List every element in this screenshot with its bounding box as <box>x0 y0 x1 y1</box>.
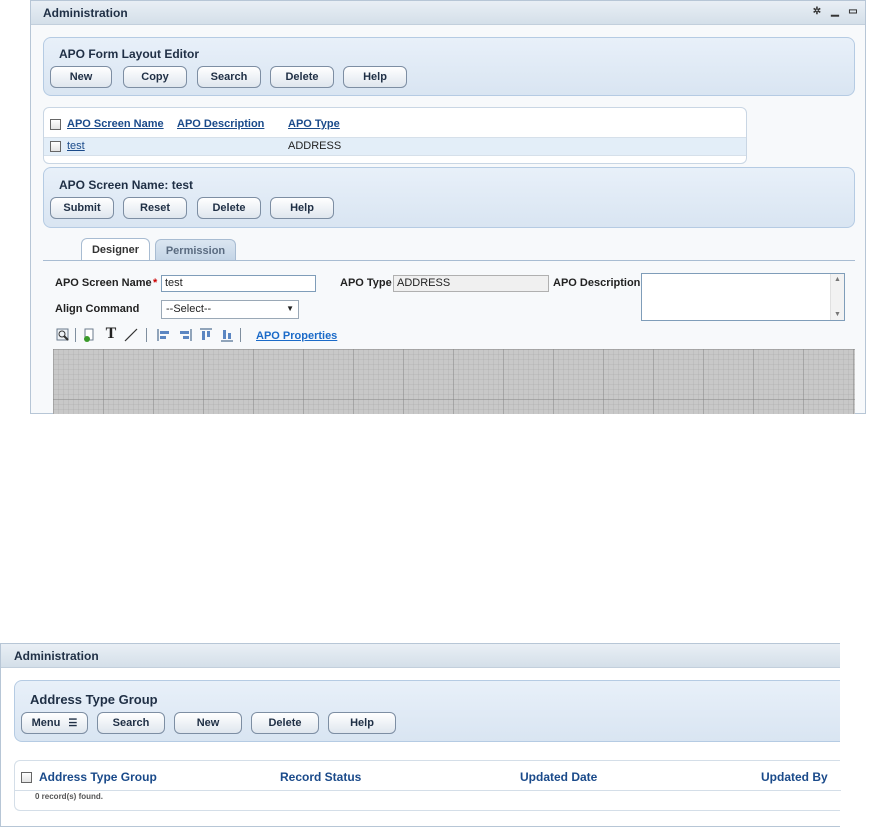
header-updated-date[interactable]: Updated Date <box>520 770 597 784</box>
menu-button-label: Menu <box>31 717 61 729</box>
minimize-icon[interactable]: ▁ <box>829 6 841 18</box>
window-title: Administration <box>43 6 128 20</box>
apo-list: APO Screen Name APO Description APO Type… <box>43 107 747 164</box>
help-button[interactable]: Help <box>343 66 407 88</box>
detail-help-button[interactable]: Help <box>270 197 334 219</box>
toolbar-separator <box>240 328 241 342</box>
apo-description-label: APO Description <box>553 277 641 289</box>
new-button[interactable]: New <box>50 66 112 88</box>
search-button[interactable]: Search <box>197 66 261 88</box>
scroll-down-icon[interactable]: ▼ <box>834 311 841 318</box>
delete-button[interactable]: Delete <box>251 712 319 734</box>
new-button[interactable]: New <box>174 712 242 734</box>
text-icon[interactable]: T <box>104 325 118 342</box>
align-right-icon[interactable] <box>178 328 192 342</box>
header-apo-description[interactable]: APO Description <box>177 118 264 130</box>
window-title-bar: Administration <box>1 644 840 668</box>
apo-screen-name-input[interactable]: test <box>161 275 316 292</box>
tab-permission[interactable]: Permission <box>155 239 236 261</box>
toolbar-separator <box>146 328 147 342</box>
delete-button[interactable]: Delete <box>270 66 334 88</box>
empty-records-text: 0 record(s) found. <box>35 792 104 801</box>
panel-title: APO Form Layout Editor <box>59 47 200 61</box>
detail-panel-title: APO Screen Name: test <box>59 178 194 192</box>
align-command-label: Align Command <box>55 303 140 315</box>
textarea-scrollbar[interactable]: ▲ ▼ <box>830 274 844 320</box>
add-field-icon[interactable] <box>82 328 96 342</box>
header-updated-by[interactable]: Updated By <box>761 770 828 784</box>
apo-type-field: ADDRESS <box>393 275 549 292</box>
apo-screen-name-label: APO Screen Name <box>55 277 152 289</box>
menu-dropdown-icon: ☰ <box>68 717 78 729</box>
required-marker: * <box>153 277 158 289</box>
search-button[interactable]: Search <box>97 712 165 734</box>
tab-designer[interactable]: Designer <box>81 238 150 261</box>
designer-canvas[interactable] <box>53 349 855 414</box>
panel-title: Address Type Group <box>30 692 158 707</box>
list-header-row: Address Type Group Record Status Updated… <box>15 761 841 791</box>
address-type-group-list: Address Type Group Record Status Updated… <box>14 760 841 811</box>
select-all-checkbox[interactable] <box>21 772 32 783</box>
address-type-group-panel: Address Type Group Menu ☰ Search New Del… <box>14 680 840 742</box>
zoom-icon[interactable] <box>56 328 70 342</box>
line-icon[interactable] <box>124 328 138 342</box>
align-left-icon[interactable] <box>157 328 171 342</box>
help-button[interactable]: Help <box>328 712 396 734</box>
apo-editor-panel: APO Form Layout Editor New Copy Search D… <box>43 37 855 96</box>
align-bottom-icon[interactable] <box>220 328 234 342</box>
detail-delete-button[interactable]: Delete <box>197 197 261 219</box>
apo-type-label: APO Type <box>340 277 392 289</box>
header-record-status[interactable]: Record Status <box>280 770 361 784</box>
row-type: ADDRESS <box>288 140 342 152</box>
reset-button[interactable]: Reset <box>123 197 187 219</box>
scroll-up-icon[interactable]: ▲ <box>834 276 841 283</box>
align-top-icon[interactable] <box>199 328 213 342</box>
table-row[interactable]: test ADDRESS <box>44 137 746 156</box>
window-title-bar: Administration ✲ ▁ ▭ <box>31 1 865 25</box>
window-title: Administration <box>14 649 99 663</box>
header-apo-type[interactable]: APO Type <box>288 118 340 130</box>
copy-button[interactable]: Copy <box>123 66 187 88</box>
apo-properties-link[interactable]: APO Properties <box>256 330 337 342</box>
settings-icon[interactable]: ✲ <box>811 6 823 18</box>
toolbar-separator <box>75 328 76 342</box>
menu-button[interactable]: Menu ☰ <box>21 712 88 734</box>
row-checkbox[interactable] <box>50 141 61 152</box>
tab-strip-line <box>43 260 855 261</box>
submit-button[interactable]: Submit <box>50 197 114 219</box>
align-command-select[interactable]: --Select-- ▼ <box>161 300 299 319</box>
header-apo-screen-name[interactable]: APO Screen Name <box>67 118 164 130</box>
chevron-down-icon: ▼ <box>286 304 294 313</box>
align-select-value: --Select-- <box>166 303 212 315</box>
header-address-type-group[interactable]: Address Type Group <box>39 770 157 784</box>
apo-detail-panel: APO Screen Name: test Submit Reset Delet… <box>43 167 855 228</box>
apo-description-textarea[interactable]: ▲ ▼ <box>641 273 845 321</box>
row-screen-name-link[interactable]: test <box>67 140 85 152</box>
select-all-checkbox[interactable] <box>50 119 61 130</box>
list-header-row: APO Screen Name APO Description APO Type <box>44 108 746 138</box>
maximize-icon[interactable]: ▭ <box>847 6 859 18</box>
